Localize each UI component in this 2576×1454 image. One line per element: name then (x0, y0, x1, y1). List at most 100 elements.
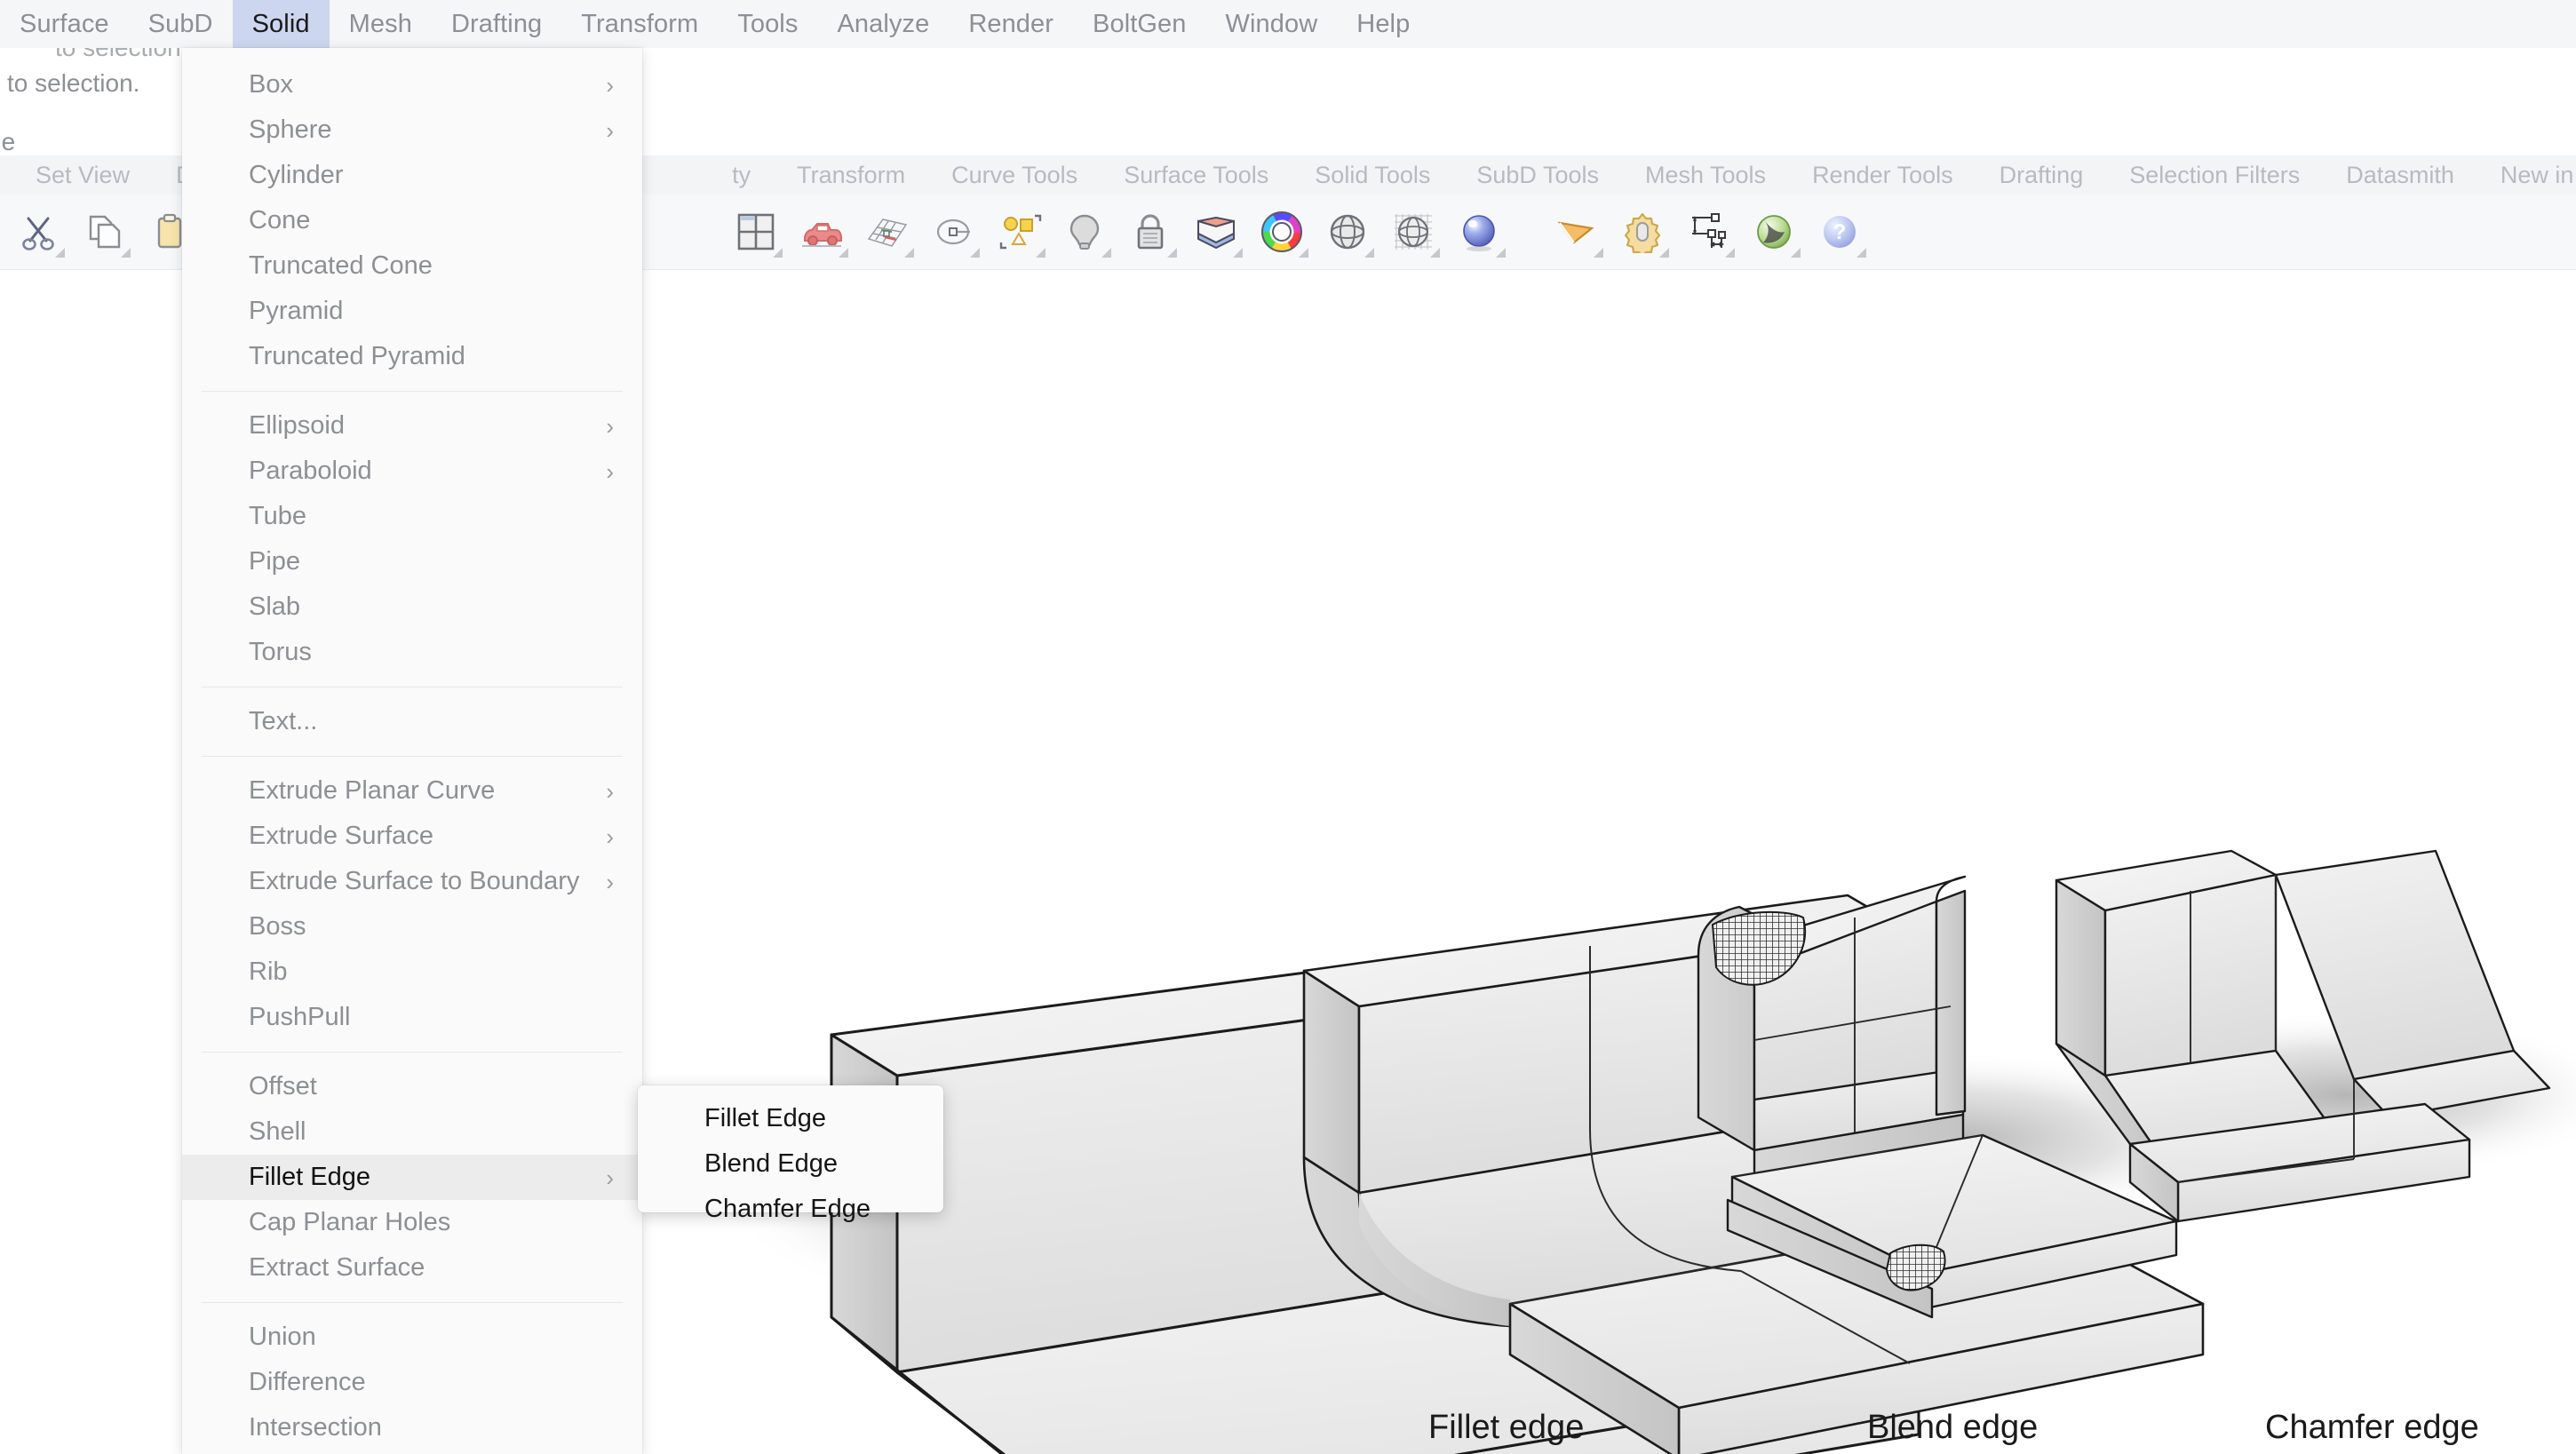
tab-surface-tools[interactable]: Surface Tools (1101, 162, 1292, 189)
tab-transform[interactable]: Transform (774, 162, 928, 189)
menu-item-label: PushPull (249, 1003, 351, 1031)
menu-item-rib[interactable]: Rib (182, 949, 642, 995)
menu-item-box[interactable]: Box › (182, 62, 642, 107)
menu-item-tube[interactable]: Tube (182, 494, 642, 539)
fillet-edge-submenu[interactable]: Fillet Edge Blend Edge Chamfer Edge (638, 1085, 943, 1223)
tab-render-tools[interactable]: Render Tools (1789, 162, 1976, 189)
gear-icon[interactable] (1615, 204, 1670, 259)
menu-item-truncated-cone[interactable]: Truncated Cone (182, 243, 642, 289)
light-bulb-icon[interactable] (1057, 204, 1112, 259)
menubar-item-tools[interactable]: Tools (718, 0, 817, 48)
help-icon[interactable]: ? (1812, 204, 1867, 259)
menu-item-label: Extrude Planar Curve (249, 776, 496, 805)
camera-cone-icon[interactable] (1549, 204, 1604, 259)
globe-icon[interactable] (1746, 204, 1801, 259)
menu-item-label: Extrude Surface to Boundary (249, 867, 580, 895)
menu-item-text[interactable]: Text... (182, 699, 642, 744)
tool-overflow-corner (1299, 248, 1308, 258)
menu-item-truncated-pyramid[interactable]: Truncated Pyramid (182, 334, 642, 379)
menubar-item-mesh[interactable]: Mesh (330, 0, 432, 48)
lock-icon[interactable] (1123, 204, 1178, 259)
menu-item-union[interactable]: Union (182, 1315, 642, 1360)
menu-item-shell[interactable]: Shell (182, 1109, 642, 1155)
menubar-item-help[interactable]: Help (1337, 0, 1429, 48)
submenu-item-blend-edge[interactable]: Blend Edge (638, 1141, 943, 1187)
tab-drafting[interactable]: Drafting (1976, 162, 2107, 189)
menu-item-boss[interactable]: Boss (182, 904, 642, 949)
tab-datasmith[interactable]: Datasmith (2323, 162, 2477, 189)
menu-item-label: Truncated Pyramid (249, 342, 465, 370)
solid-dropdown-menu[interactable]: Box › Sphere › Cylinder Cone Truncated C… (182, 48, 642, 1454)
menu-item-extrude-surface-to-boundary[interactable]: Extrude Surface to Boundary › (182, 859, 642, 904)
menu-item-label: Slab (249, 592, 301, 621)
submenu-item-fillet-edge[interactable]: Fillet Edge (638, 1096, 943, 1141)
menu-item-label: Boss (249, 912, 306, 941)
tab-set-view[interactable]: Set View (12, 162, 153, 189)
menu-item-pipe[interactable]: Pipe (182, 539, 642, 584)
menu-item-extrude-planar-curve[interactable]: Extrude Planar Curve › (182, 768, 642, 814)
menu-item-label: Ellipsoid (249, 411, 345, 440)
menubar-item-solid[interactable]: Solid (232, 0, 330, 48)
menubar-item-surface[interactable]: Surface (0, 0, 129, 48)
selection-shapes-icon[interactable] (991, 204, 1046, 259)
cut-icon[interactable] (11, 204, 66, 259)
menu-item-label: Offset (249, 1072, 317, 1100)
menu-item-boolean-two-objects[interactable]: Boolean Two Objects (182, 1450, 642, 1454)
menu-item-paraboloid[interactable]: Paraboloid › (182, 449, 642, 494)
menubar-item-boltgen[interactable]: BoltGen (1073, 0, 1206, 48)
tab-selection-filters[interactable]: Selection Filters (2106, 162, 2323, 189)
grid-plane-icon[interactable] (860, 204, 915, 259)
menu-item-ellipsoid[interactable]: Ellipsoid › (182, 403, 642, 449)
color-wheel-icon[interactable] (1254, 204, 1309, 259)
dimension-icon[interactable] (1681, 204, 1736, 259)
menu-item-pushpull[interactable]: PushPull (182, 995, 642, 1040)
car-icon[interactable] (794, 204, 849, 259)
submenu-item-label: Fillet Edge (704, 1104, 827, 1132)
menu-item-label: Box (249, 70, 293, 99)
main-menu-bar[interactable]: Surface SubD Solid Mesh Drafting Transfo… (0, 0, 2576, 48)
menu-item-pyramid[interactable]: Pyramid (182, 289, 642, 334)
menu-item-extrude-surface[interactable]: Extrude Surface › (182, 814, 642, 859)
tab-new-in-v8[interactable]: New in V8 (2477, 162, 2576, 189)
menu-item-extract-surface[interactable]: Extract Surface (182, 1245, 642, 1291)
submenu-item-label: Blend Edge (704, 1149, 838, 1178)
menu-item-offset[interactable]: Offset (182, 1064, 642, 1109)
tool-overflow-corner (1659, 248, 1669, 258)
layers-icon[interactable] (1189, 204, 1244, 259)
rendered-sphere-icon[interactable] (1451, 204, 1507, 259)
menu-item-slab[interactable]: Slab (182, 584, 642, 630)
tab-subd-tools[interactable]: SubD Tools (1453, 162, 1622, 189)
tool-overflow-corner (1364, 248, 1374, 258)
menu-item-cap-planar-holes[interactable]: Cap Planar Holes (182, 1200, 642, 1245)
tool-overflow-corner (1101, 248, 1111, 258)
menubar-item-transform[interactable]: Transform (561, 0, 718, 48)
submenu-item-chamfer-edge[interactable]: Chamfer Edge (638, 1187, 943, 1232)
tab-visibility[interactable]: ty (709, 162, 774, 189)
shaded-sphere-icon[interactable] (1320, 204, 1375, 259)
tool-overflow-corner (1725, 248, 1735, 258)
cplane-icon[interactable] (926, 204, 981, 259)
menubar-item-subd[interactable]: SubD (129, 0, 233, 48)
wireframe-sphere-icon[interactable] (1386, 204, 1441, 259)
tab-curve-tools[interactable]: Curve Tools (928, 162, 1101, 189)
tool-overflow-corner (1594, 248, 1603, 258)
tab-solid-tools[interactable]: Solid Tools (1292, 162, 1453, 189)
tab-mesh-tools[interactable]: Mesh Tools (1622, 162, 1789, 189)
menu-item-cone[interactable]: Cone (182, 198, 642, 243)
menu-item-difference[interactable]: Difference (182, 1360, 642, 1405)
menu-item-label: Shell (249, 1117, 306, 1146)
menubar-item-drafting[interactable]: Drafting (432, 0, 561, 48)
tool-overflow-corner (1233, 248, 1243, 258)
menu-item-intersection[interactable]: Intersection (182, 1405, 642, 1450)
menu-item-cylinder[interactable]: Cylinder (182, 153, 642, 198)
menu-separator (202, 756, 623, 757)
copy-icon[interactable] (76, 204, 131, 259)
menu-item-fillet-edge[interactable]: Fillet Edge › (182, 1155, 642, 1200)
viewport-layout-icon[interactable] (728, 204, 783, 259)
menubar-item-analyze[interactable]: Analyze (817, 0, 949, 48)
menu-item-torus[interactable]: Torus (182, 630, 642, 675)
menubar-item-render[interactable]: Render (949, 0, 1073, 48)
menubar-item-window[interactable]: Window (1206, 0, 1338, 48)
menu-item-sphere[interactable]: Sphere › (182, 107, 642, 153)
menu-item-label: Extract Surface (249, 1253, 425, 1282)
